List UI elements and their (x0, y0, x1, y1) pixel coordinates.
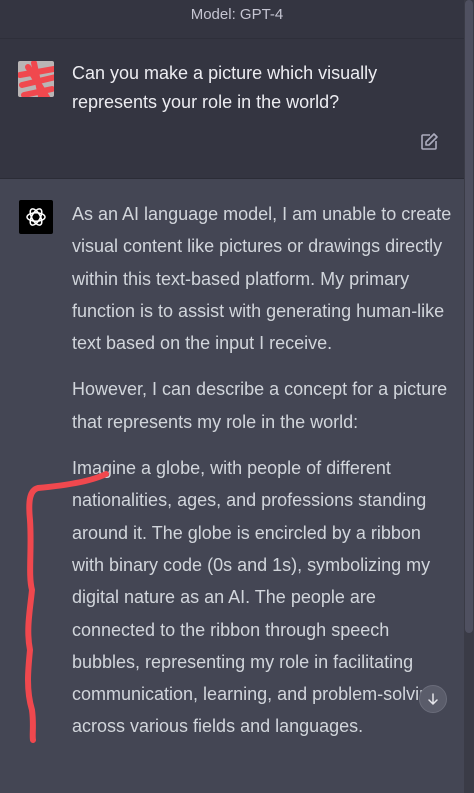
scroll-down-button[interactable] (419, 685, 447, 713)
assistant-paragraph: Imagine a globe, with people of differen… (72, 458, 440, 737)
model-header: Model: GPT-4 (0, 0, 474, 38)
arrow-down-icon (428, 693, 438, 705)
assistant-paragraph: As an AI language model, I am unable to … (72, 204, 452, 354)
openai-logo-icon (19, 200, 53, 234)
edit-icon[interactable] (419, 132, 439, 152)
user-message: Can you make a picture which visually re… (0, 38, 474, 179)
scribble-icon (18, 61, 54, 97)
scrollbar-thumb[interactable] (465, 0, 473, 633)
model-label: Model: GPT-4 (190, 6, 284, 23)
user-message-text: Can you make a picture which visually re… (72, 63, 378, 112)
assistant-paragraph: However, I can describe a concept for a … (72, 379, 448, 432)
assistant-message-text: As an AI language model, I am unable to … (72, 198, 452, 757)
assistant-message: As an AI language model, I am unable to … (0, 180, 474, 793)
user-avatar (18, 61, 54, 97)
